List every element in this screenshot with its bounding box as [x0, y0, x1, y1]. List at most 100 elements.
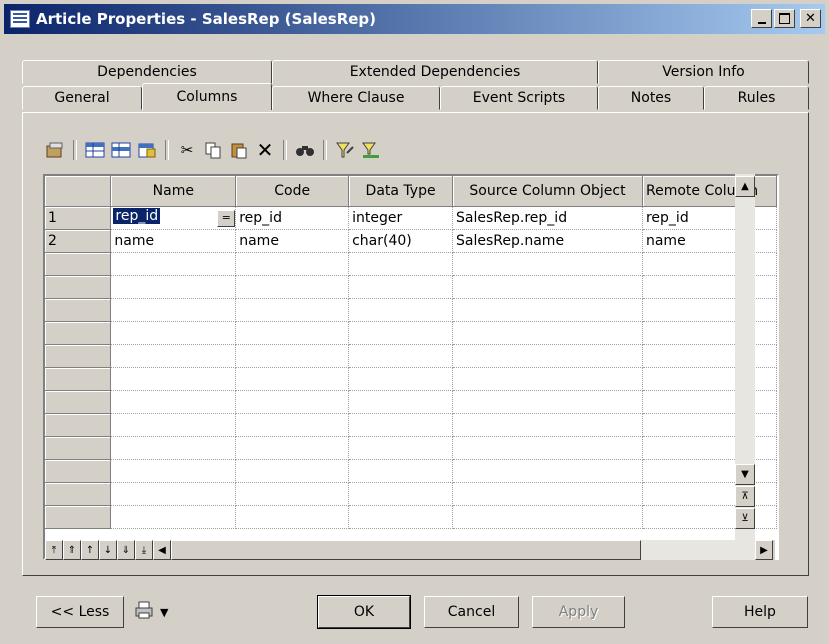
move-first-button[interactable]: ⤒	[45, 540, 63, 560]
tab-general[interactable]: General	[22, 86, 142, 110]
tab-version-info[interactable]: Version Info	[598, 60, 809, 84]
empty-cell[interactable]	[348, 321, 454, 345]
cell-code[interactable]: name	[235, 229, 350, 253]
title-bar[interactable]: Article Properties - SalesRep (SalesRep)…	[4, 4, 825, 34]
corner-header[interactable]	[45, 176, 112, 207]
cell-data-type[interactable]: char(40)	[348, 229, 454, 253]
row-number[interactable]	[45, 505, 112, 529]
empty-cell[interactable]	[642, 459, 777, 483]
empty-cell[interactable]	[348, 298, 454, 322]
ellipsis-button[interactable]: =	[217, 210, 235, 227]
empty-cell[interactable]	[348, 505, 454, 529]
cell-remote-column[interactable]: rep_id	[642, 206, 777, 230]
scroll-up-button[interactable]: ▲	[735, 176, 755, 197]
move-top-button[interactable]: ⊼	[735, 486, 755, 507]
column-header-remote-column[interactable]: Remote Column	[642, 176, 777, 207]
empty-cell[interactable]	[110, 321, 237, 345]
cell-remote-column[interactable]: name	[642, 229, 777, 253]
empty-cell[interactable]	[110, 505, 237, 529]
empty-cell[interactable]	[348, 344, 454, 368]
insert-row-icon[interactable]	[110, 139, 132, 161]
empty-cell[interactable]	[642, 367, 777, 391]
copy-icon[interactable]	[202, 139, 224, 161]
empty-cell[interactable]	[452, 344, 643, 368]
scroll-down-button[interactable]: ▼	[735, 464, 755, 485]
empty-cell[interactable]	[452, 275, 643, 299]
properties-icon[interactable]	[44, 139, 66, 161]
row-number[interactable]	[45, 275, 112, 299]
clear-filter-icon[interactable]	[360, 139, 382, 161]
empty-cell[interactable]	[642, 275, 777, 299]
row-number[interactable]	[45, 413, 112, 437]
empty-cell[interactable]	[452, 436, 643, 460]
horizontal-scroll-thumb[interactable]	[171, 540, 641, 560]
move-bottom-button[interactable]: ⊻	[735, 508, 755, 529]
column-header-data-type[interactable]: Data Type	[348, 176, 454, 207]
cell-source-column[interactable]: SalesRep.name	[452, 229, 643, 253]
empty-row[interactable]	[45, 367, 777, 391]
empty-cell[interactable]	[235, 459, 350, 483]
empty-cell[interactable]	[642, 344, 777, 368]
cut-icon[interactable]: ✂	[176, 139, 198, 161]
row-number[interactable]: 1	[45, 206, 112, 230]
minimize-button[interactable]	[751, 9, 772, 28]
empty-row[interactable]	[45, 436, 777, 460]
empty-row[interactable]	[45, 459, 777, 483]
empty-cell[interactable]	[110, 275, 237, 299]
empty-cell[interactable]	[110, 367, 237, 391]
empty-cell[interactable]	[235, 275, 350, 299]
empty-cell[interactable]	[348, 367, 454, 391]
empty-cell[interactable]	[348, 413, 454, 437]
tab-columns[interactable]: Columns	[142, 83, 272, 110]
move-page-down-button[interactable]: ⇓	[117, 540, 135, 560]
maximize-button[interactable]	[774, 9, 795, 28]
empty-cell[interactable]	[348, 482, 454, 506]
empty-cell[interactable]	[235, 321, 350, 345]
print-dropdown[interactable]: ▼	[134, 596, 188, 628]
empty-cell[interactable]	[452, 390, 643, 414]
horizontal-scroll-track[interactable]	[171, 540, 755, 560]
empty-cell[interactable]	[452, 413, 643, 437]
cell-data-type[interactable]: integer	[348, 206, 454, 230]
empty-cell[interactable]	[110, 390, 237, 414]
move-page-up-button[interactable]: ⇑	[63, 540, 81, 560]
move-down-button[interactable]: ↓	[99, 540, 117, 560]
empty-cell[interactable]	[642, 252, 777, 276]
empty-cell[interactable]	[235, 367, 350, 391]
empty-row[interactable]	[45, 252, 777, 276]
empty-cell[interactable]	[642, 298, 777, 322]
empty-cell[interactable]	[452, 505, 643, 529]
cancel-button[interactable]: Cancel	[424, 596, 519, 628]
row-number[interactable]	[45, 436, 112, 460]
empty-cell[interactable]	[235, 482, 350, 506]
filter-icon[interactable]	[334, 139, 356, 161]
empty-cell[interactable]	[452, 252, 643, 276]
row-number[interactable]: 2	[45, 229, 112, 253]
empty-cell[interactable]	[110, 252, 237, 276]
help-button[interactable]: Help	[712, 596, 808, 628]
empty-cell[interactable]	[110, 413, 237, 437]
row-number[interactable]	[45, 390, 112, 414]
empty-cell[interactable]	[348, 275, 454, 299]
row-number[interactable]	[45, 321, 112, 345]
empty-row[interactable]	[45, 275, 777, 299]
empty-row[interactable]	[45, 321, 777, 345]
row-number[interactable]	[45, 298, 112, 322]
columns-grid[interactable]: Name Code Data Type Source Column Object…	[43, 174, 779, 560]
empty-cell[interactable]	[452, 367, 643, 391]
empty-cell[interactable]	[642, 321, 777, 345]
empty-cell[interactable]	[348, 459, 454, 483]
empty-cell[interactable]	[348, 390, 454, 414]
scroll-left-button[interactable]: ◀	[153, 540, 171, 560]
empty-cell[interactable]	[452, 321, 643, 345]
move-up-button[interactable]: ↑	[81, 540, 99, 560]
column-header-code[interactable]: Code	[235, 176, 350, 207]
empty-row[interactable]	[45, 298, 777, 322]
tab-rules[interactable]: Rules	[704, 86, 809, 110]
row-number[interactable]	[45, 252, 112, 276]
column-header-name[interactable]: Name	[110, 176, 237, 207]
empty-cell[interactable]	[235, 505, 350, 529]
move-last-button[interactable]: ⤓	[135, 540, 153, 560]
empty-row[interactable]	[45, 482, 777, 506]
row-number[interactable]	[45, 344, 112, 368]
